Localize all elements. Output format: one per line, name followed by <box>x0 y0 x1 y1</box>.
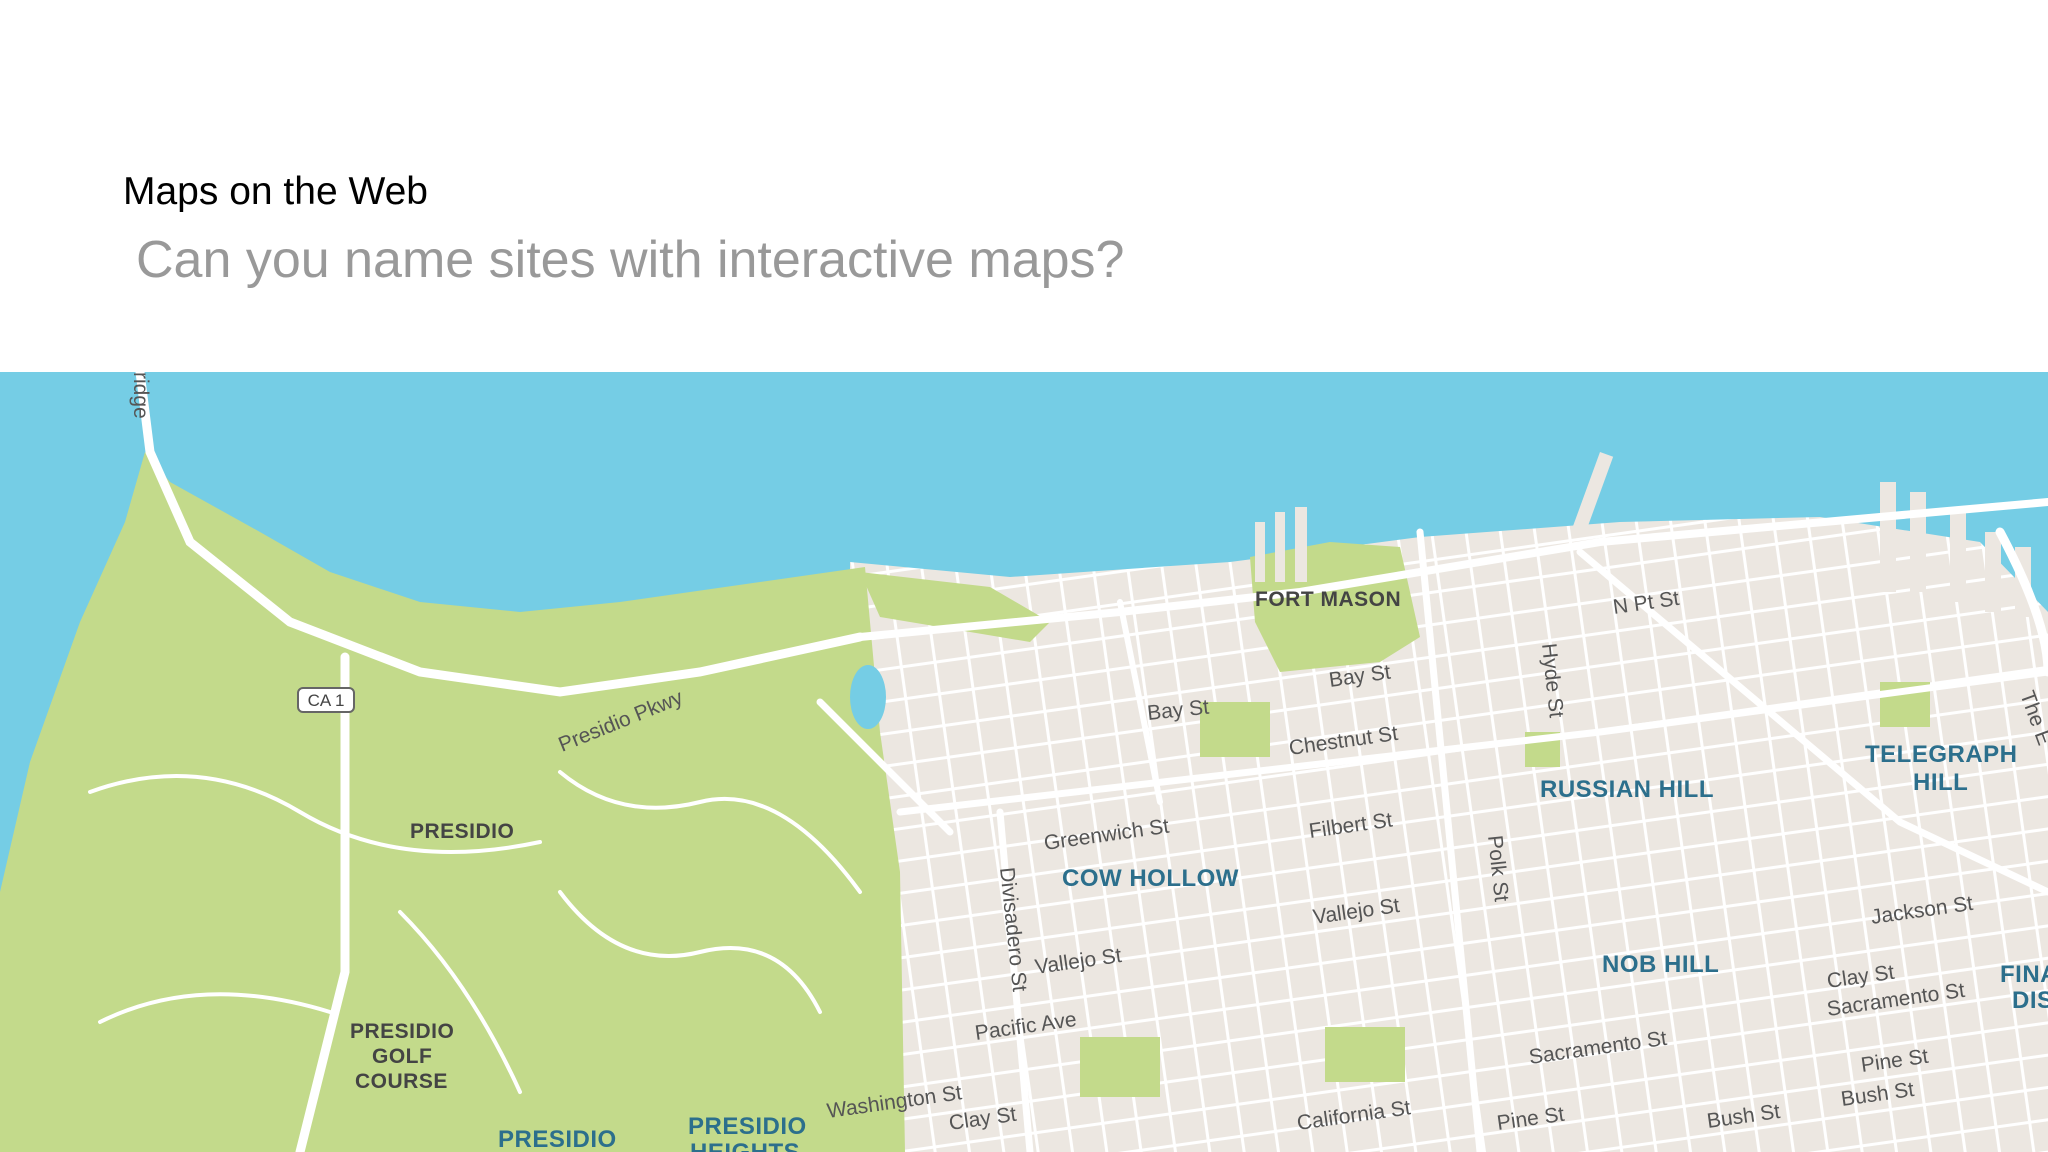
palace-lagoon <box>850 665 886 729</box>
slide-title: Maps on the Web <box>123 170 428 213</box>
park-square <box>1325 1027 1405 1082</box>
label-nob-hill: NOB HILL <box>1602 951 1719 978</box>
label-golf-2: GOLF <box>372 1045 432 1068</box>
label-telegraph-hill-2: HILL <box>1913 769 1968 796</box>
slide-subtitle: Can you name sites with interactive maps… <box>136 231 1125 289</box>
label-golf-3: COURSE <box>355 1070 448 1093</box>
ca1-label: CA 1 <box>308 691 345 710</box>
park-square <box>1200 702 1270 757</box>
label-presidio-heights-1: PRESIDIO <box>688 1113 807 1140</box>
park-square <box>1080 1037 1160 1097</box>
label-telegraph-hill-1: TELEGRAPH <box>1865 741 2018 768</box>
label-presidio-bottom: PRESIDIO <box>498 1126 617 1152</box>
label-presidio-heights-2: HEIGHTS <box>690 1139 800 1152</box>
label-russian-hill: RUSSIAN HILL <box>1540 776 1714 803</box>
label-financial-2: DIS <box>2012 987 2048 1014</box>
street-bridge: ridge <box>129 372 152 419</box>
label-financial-1: FINA <box>2000 961 2048 988</box>
map-image[interactable]: CA 1 FORT MASON RUSSIAN HILL TELEGRAPH H… <box>0 372 2048 1152</box>
label-presidio: PRESIDIO <box>410 820 514 843</box>
label-fort-mason: FORT MASON <box>1255 588 1401 611</box>
label-golf-1: PRESIDIO <box>350 1020 454 1043</box>
label-cow-hollow: COW HOLLOW <box>1062 865 1239 892</box>
